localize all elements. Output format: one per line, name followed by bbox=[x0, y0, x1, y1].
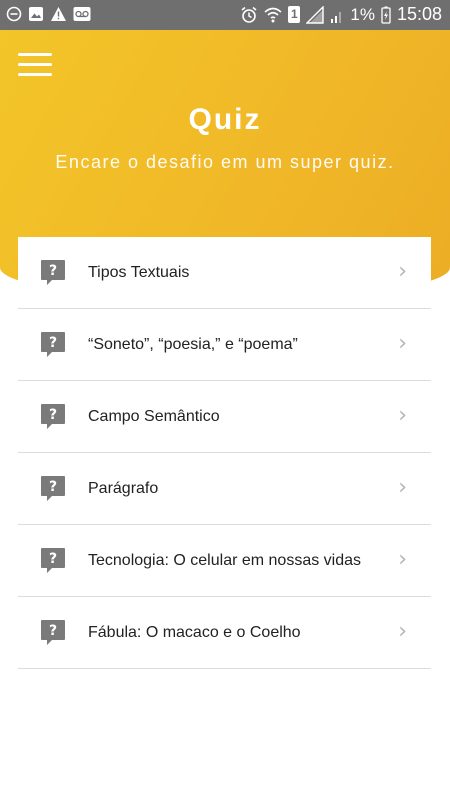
chevron-right-icon: › bbox=[398, 403, 407, 428]
voicemail-icon bbox=[73, 7, 91, 21]
question-bubble-icon: ? bbox=[41, 404, 65, 429]
alarm-icon bbox=[241, 6, 257, 23]
quiz-item-tecnologia[interactable]: ? Tecnologia: O celular em nossas vidas … bbox=[18, 525, 431, 597]
quiz-item-label: Parágrafo bbox=[88, 479, 159, 497]
question-bubble-icon: ? bbox=[41, 332, 65, 357]
quiz-item-label: “Soneto”, “poesia,” e “poema” bbox=[88, 335, 298, 353]
system-icons: 1 1% 15:08 bbox=[240, 4, 442, 25]
question-bubble-icon: ? bbox=[41, 620, 65, 645]
minus-circle-icon bbox=[6, 6, 22, 22]
quiz-item-label: Fábula: O macaco e o Coelho bbox=[88, 623, 301, 641]
svg-text:?: ? bbox=[49, 263, 57, 279]
svg-text:?: ? bbox=[49, 407, 57, 423]
warning-icon bbox=[51, 7, 66, 21]
quiz-item-fabula[interactable]: ? Fábula: O macaco e o Coelho › bbox=[18, 597, 431, 669]
quiz-item-label: Tipos Textuais bbox=[88, 263, 190, 281]
svg-text:?: ? bbox=[49, 623, 57, 639]
page-title: Quiz bbox=[188, 103, 262, 136]
status-bar: 1 1% 15:08 bbox=[0, 0, 450, 30]
chevron-right-icon: › bbox=[398, 259, 407, 284]
svg-text:?: ? bbox=[49, 479, 57, 495]
notification-icons bbox=[6, 6, 91, 22]
battery-percent: 1% bbox=[350, 4, 375, 24]
quiz-item-label: Campo Semântico bbox=[88, 407, 220, 425]
signal-weak-icon bbox=[331, 11, 342, 23]
sim-slot-badge: 1 bbox=[288, 6, 301, 23]
chevron-right-icon: › bbox=[398, 619, 407, 644]
wifi-icon bbox=[264, 7, 282, 22]
question-bubble-icon: ? bbox=[41, 476, 65, 501]
svg-text:?: ? bbox=[49, 551, 57, 567]
quiz-item-campo-semantico[interactable]: ? Campo Semântico › bbox=[18, 381, 431, 453]
quiz-item-soneto-poesia-poema[interactable]: ? “Soneto”, “poesia,” e “poema” › bbox=[18, 309, 431, 381]
signal-icon bbox=[306, 5, 325, 24]
chevron-right-icon: › bbox=[398, 475, 407, 500]
question-bubble-icon: ? bbox=[41, 260, 65, 285]
chevron-right-icon: › bbox=[398, 331, 407, 356]
question-bubble-icon: ? bbox=[41, 548, 65, 573]
page-subtitle: Encare o desafio em um super quiz. bbox=[55, 152, 395, 172]
quiz-item-paragrafo[interactable]: ? Parágrafo › bbox=[18, 453, 431, 525]
battery-charging-icon bbox=[381, 6, 391, 24]
svg-text:?: ? bbox=[49, 335, 57, 351]
quiz-item-tipos-textuais[interactable]: ? Tipos Textuais › bbox=[18, 237, 431, 309]
image-icon bbox=[29, 7, 43, 21]
quiz-item-label: Tecnologia: O celular em nossas vidas bbox=[88, 551, 362, 569]
menu-icon[interactable] bbox=[18, 53, 52, 77]
quiz-list: ? Tipos Textuais › ? “Soneto”, “poesia,”… bbox=[18, 237, 431, 669]
chevron-right-icon: › bbox=[398, 547, 407, 572]
clock: 15:08 bbox=[396, 4, 442, 24]
